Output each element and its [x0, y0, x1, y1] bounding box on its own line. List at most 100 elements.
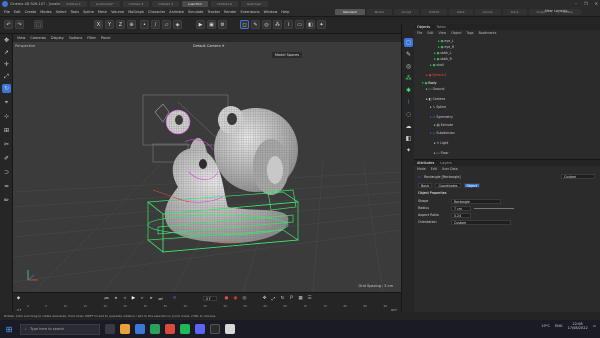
- tab-attributes[interactable]: Attributes: [417, 161, 434, 165]
- object-row-selected[interactable]: ▾ ◉ Body: [422, 80, 436, 85]
- lock-icon[interactable]: ⌖: [2, 98, 11, 107]
- menu-select[interactable]: Select: [56, 10, 67, 14]
- object-row[interactable]: ▸ ◎ Subdivision: [430, 130, 455, 135]
- menu-animate[interactable]: Animate: [169, 10, 184, 14]
- minimize-button[interactable]: –: [575, 1, 577, 6]
- chrome-icon[interactable]: [225, 324, 235, 334]
- bend-icon[interactable]: ⌇: [404, 98, 413, 107]
- menu-volume[interactable]: Volume: [111, 10, 124, 14]
- model-mode-icon[interactable]: ◈: [173, 20, 182, 29]
- axis-z-icon[interactable]: Z: [116, 20, 125, 29]
- aspect-ratio-input[interactable]: 0.24: [451, 212, 471, 218]
- vp-menu-options[interactable]: Options: [69, 36, 83, 40]
- vp-menu-panel[interactable]: Panel: [101, 36, 110, 40]
- cloner-icon[interactable]: ⁂: [273, 20, 282, 29]
- layout-groom[interactable]: Groom: [474, 9, 501, 15]
- edges-mode-icon[interactable]: /: [151, 20, 160, 29]
- doc-tab[interactable]: sketches*: [240, 1, 268, 7]
- layout-track[interactable]: Track: [502, 9, 527, 15]
- obj-menu-object[interactable]: Object: [451, 31, 461, 35]
- 3d-viewport[interactable]: Perspective Default Camera ✳ Model Space…: [13, 42, 401, 292]
- axis-y-icon[interactable]: Y: [105, 20, 114, 29]
- points-mode-icon[interactable]: •: [140, 20, 149, 29]
- weather-text[interactable]: 19°C: [541, 324, 550, 328]
- doc-tab-active[interactable]: snail-Trim: [182, 1, 209, 7]
- keyframe-selection-icon[interactable]: ◎: [241, 295, 248, 302]
- attr-menu-mode[interactable]: Mode: [417, 167, 426, 171]
- rotate-icon[interactable]: ↻: [2, 84, 11, 93]
- menu-mesh[interactable]: Mesh: [98, 10, 107, 14]
- live-select-icon[interactable]: ➚: [2, 48, 11, 57]
- discord-icon[interactable]: [195, 324, 205, 334]
- scale-icon[interactable]: ⤢: [2, 72, 11, 81]
- object-row[interactable]: ▸ ✦ Light: [434, 140, 448, 145]
- undo-icon[interactable]: ↶: [4, 20, 13, 29]
- light-icon[interactable]: ✦: [317, 20, 326, 29]
- object-row[interactable]: ▸ ◉ stalk_L: [434, 50, 451, 55]
- obj-menu-view[interactable]: View: [439, 31, 447, 35]
- scale-key-icon[interactable]: ⤢: [270, 295, 277, 302]
- vp-menu-cameras[interactable]: Cameras: [30, 36, 46, 40]
- file-explorer-icon[interactable]: [120, 324, 130, 334]
- menu-mograph[interactable]: MoGraph: [128, 10, 144, 14]
- play-icon[interactable]: ▶: [130, 295, 137, 302]
- knife-icon[interactable]: ✂: [2, 140, 11, 149]
- subtab-coordinates[interactable]: Coordinates: [435, 182, 461, 188]
- menu-edit[interactable]: Edit: [14, 10, 21, 14]
- vp-menu-filter[interactable]: Filter: [87, 36, 96, 40]
- loop-icon[interactable]: ⟲: [171, 295, 178, 302]
- new-layouts-menu[interactable]: New Layouts: [545, 9, 567, 13]
- snap-icon[interactable]: ⊹: [2, 112, 11, 121]
- notification-icon[interactable]: ▭: [593, 324, 596, 328]
- clock[interactable]: 22:08 17/08/2022: [568, 322, 588, 330]
- tab-objects[interactable]: Objects: [417, 25, 430, 29]
- subtab-object[interactable]: Object: [463, 182, 480, 188]
- deformer-icon[interactable]: ⌇: [284, 20, 293, 29]
- redo-icon[interactable]: ↷: [15, 20, 24, 29]
- next-key-icon[interactable]: ▸: [148, 295, 155, 302]
- cube-icon[interactable]: ◻: [240, 20, 249, 29]
- object-row[interactable]: ▸ ▭ Ground: [426, 86, 444, 91]
- autokey-icon[interactable]: ◉: [232, 295, 239, 302]
- cube-primitive-icon[interactable]: ◻: [404, 38, 413, 47]
- taskbar-search[interactable]: ⌕ Type here to search: [20, 323, 100, 335]
- object-row[interactable]: ▸ ▤ Extrude: [434, 122, 453, 127]
- orientation-select[interactable]: Custom: [451, 219, 511, 225]
- tab-takes[interactable]: Takes: [436, 25, 446, 29]
- doc-tab[interactable]: snailmodel*: [89, 1, 120, 7]
- tab-layers[interactable]: Layers: [440, 161, 452, 165]
- light-obj-icon[interactable]: ✦: [404, 146, 413, 155]
- keyframe-icon[interactable]: ◆: [15, 295, 22, 302]
- object-row[interactable]: ▸ ⇌ Symmetry: [430, 114, 453, 119]
- workplane-icon[interactable]: ⊞: [2, 126, 11, 135]
- next-frame-icon[interactable]: ▹: [139, 295, 146, 302]
- layout-sculpt[interactable]: Sculpt: [393, 9, 420, 15]
- rotation-key-icon[interactable]: ↻: [279, 295, 286, 302]
- render-view-icon[interactable]: ▶: [196, 20, 205, 29]
- magnet-icon[interactable]: ⊃: [2, 168, 11, 177]
- vp-menu-display[interactable]: Display: [51, 36, 64, 40]
- maximize-button[interactable]: ❐: [584, 1, 588, 6]
- param-key-icon[interactable]: P: [288, 295, 295, 302]
- cinema4d-taskbar-icon[interactable]: [210, 324, 220, 334]
- floor-icon[interactable]: ▭: [295, 20, 304, 29]
- windows-start-icon[interactable]: ⊞: [2, 322, 16, 336]
- object-row[interactable]: ▸ ∿ Spline: [430, 104, 446, 109]
- edge-icon[interactable]: [135, 324, 145, 334]
- subtab-basic[interactable]: Basic: [418, 182, 433, 188]
- polygons-mode-icon[interactable]: ▱: [162, 20, 171, 29]
- go-start-icon[interactable]: ⏮: [103, 295, 110, 302]
- field-icon[interactable]: ◌: [404, 110, 413, 119]
- menu-create[interactable]: Create: [25, 10, 37, 14]
- smooth-icon[interactable]: ≈: [2, 182, 11, 191]
- app-icon[interactable]: [165, 324, 175, 334]
- custom-dropdown[interactable]: Custom: [561, 174, 595, 179]
- brush-icon[interactable]: ✐: [2, 154, 11, 163]
- layout-uvedit[interactable]: UVEdit: [421, 9, 448, 15]
- attr-menu-userdata[interactable]: User Data: [442, 167, 458, 171]
- menu-window[interactable]: Window: [264, 10, 278, 14]
- task-view-icon[interactable]: [105, 324, 115, 334]
- go-end-icon[interactable]: ⏭: [157, 295, 164, 302]
- cloner-tool-icon[interactable]: ⁂: [404, 74, 413, 83]
- doc-tab[interactable]: Untitled 6: [211, 1, 238, 7]
